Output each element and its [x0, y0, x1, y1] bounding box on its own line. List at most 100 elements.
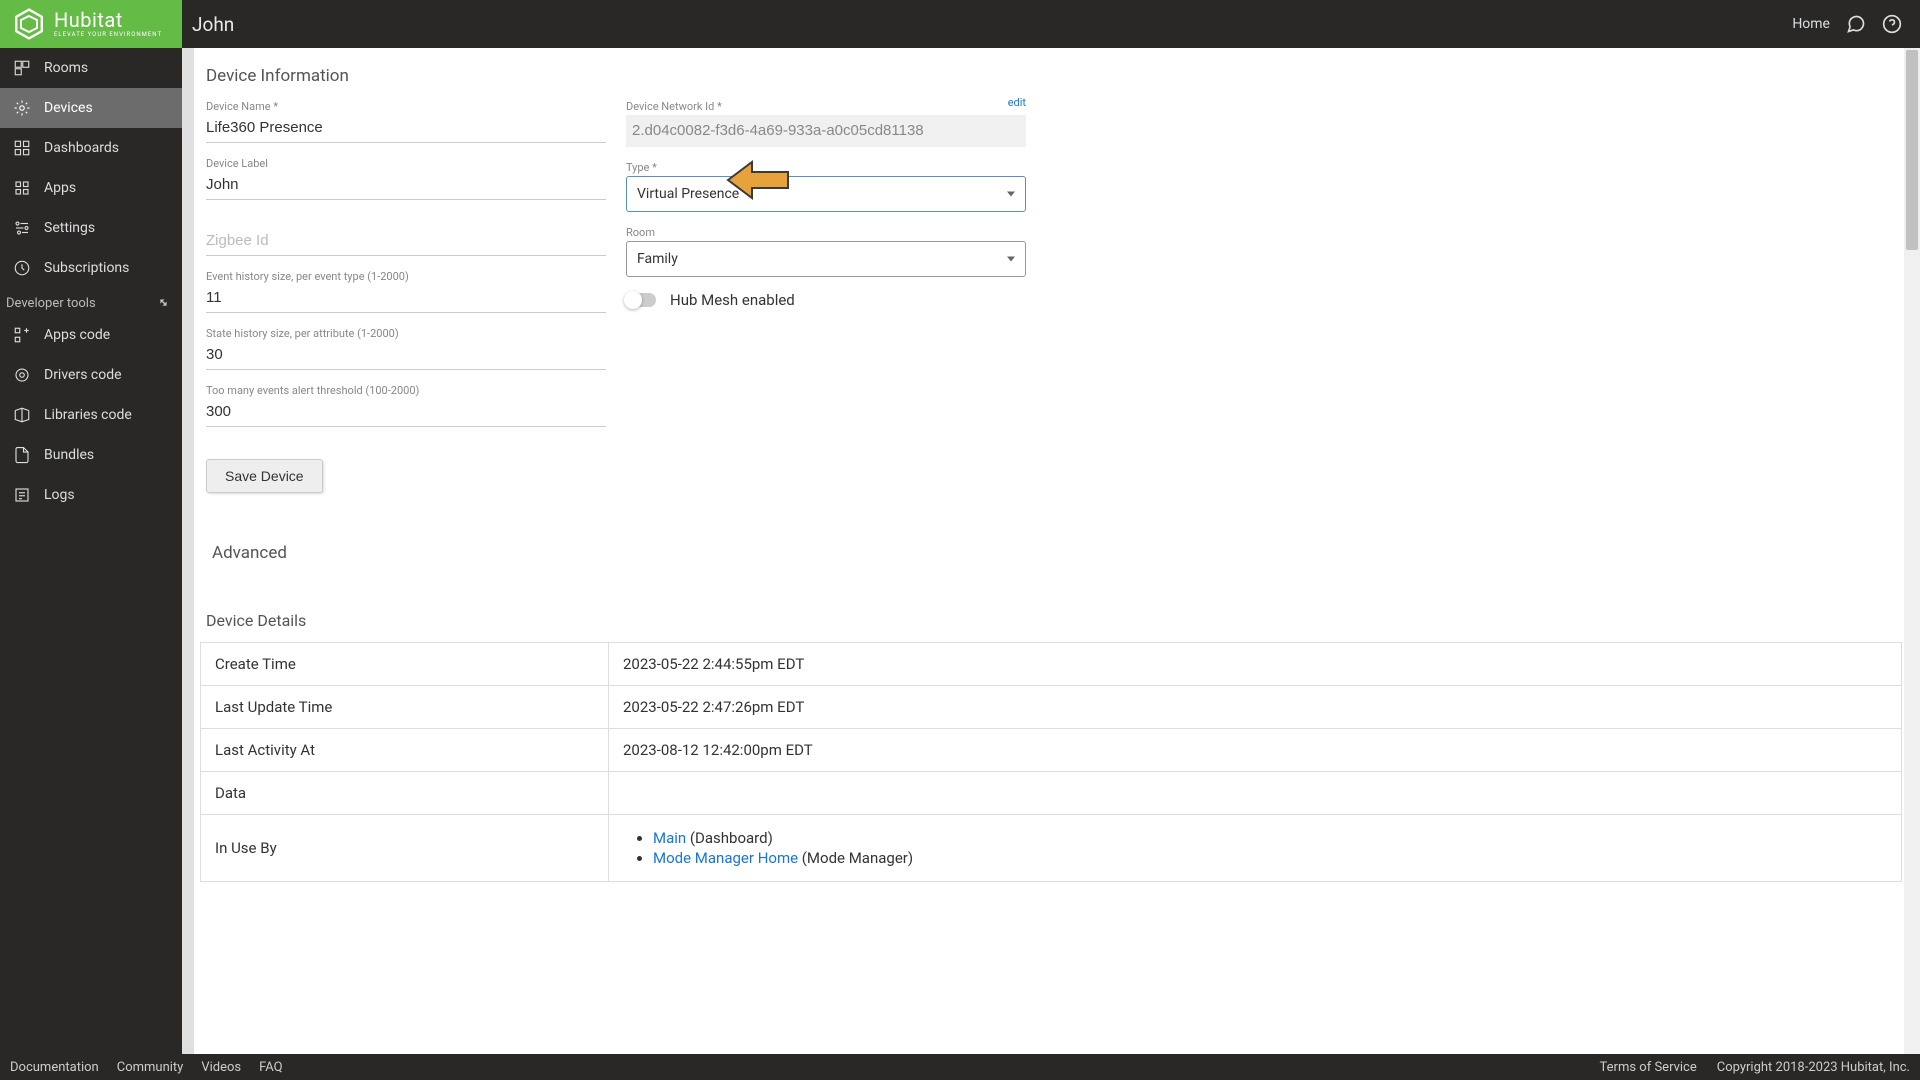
toggle-knob [624, 291, 642, 309]
sidebar-item-label: Logs [44, 487, 75, 503]
device-name-label: Device Name * [206, 100, 606, 113]
detail-label: Create Time [201, 643, 609, 686]
sidebar-item-label: Dashboards [44, 140, 119, 156]
hub-mesh-toggle[interactable] [626, 293, 656, 307]
sidebar-item-label: Devices [44, 100, 93, 116]
sidebar-item-subscriptions[interactable]: Subscriptions [0, 248, 182, 288]
apps-code-icon [12, 325, 32, 345]
hub-mesh-label: Hub Mesh enabled [670, 291, 795, 309]
type-select[interactable]: Virtual Presence [626, 176, 1026, 212]
too-many-label: Too many events alert threshold (100-200… [206, 384, 606, 397]
device-name-input[interactable] [206, 115, 606, 143]
sidebar-item-label: Subscriptions [44, 260, 129, 276]
device-label-label: Device Label [206, 157, 606, 170]
table-row: Last Update Time 2023-05-22 2:47:26pm ED… [201, 686, 1902, 729]
table-row: In Use By Main (Dashboard) Mode Manager [201, 815, 1902, 882]
devices-icon [12, 98, 32, 118]
detail-value: 2023-05-22 2:47:26pm EDT [609, 686, 1902, 729]
detail-value: 2023-05-22 2:44:55pm EDT [609, 643, 1902, 686]
sidebar: Rooms Devices Dashboards Apps Settings S… [0, 48, 182, 1054]
drivers-code-icon [12, 365, 32, 385]
footer-link-faq[interactable]: FAQ [259, 1060, 282, 1075]
sidebar-item-label: Apps code [44, 327, 110, 343]
sidebar-item-logs[interactable]: Logs [0, 475, 182, 515]
page-title: John [192, 13, 234, 36]
event-history-input[interactable] [206, 285, 606, 313]
sidebar-item-rooms[interactable]: Rooms [0, 48, 182, 88]
scrollbar[interactable] [1904, 48, 1920, 1054]
apps-icon [12, 178, 32, 198]
subscriptions-icon [12, 258, 32, 278]
detail-label: Last Activity At [201, 729, 609, 772]
help-icon[interactable] [1882, 14, 1902, 34]
room-label: Room [626, 226, 1026, 239]
sidebar-section-dev: Developer tools [0, 288, 182, 315]
list-item: Main (Dashboard) [653, 829, 1887, 847]
top-header: Hubitat ELEVATE YOUR ENVIRONMENT John Ho… [0, 0, 1920, 48]
sidebar-item-label: Libraries code [44, 407, 132, 423]
footer: Documentation Community Videos FAQ Terms… [0, 1054, 1920, 1080]
type-label: Type * [626, 161, 1026, 174]
chevron-down-icon [1007, 192, 1015, 197]
edit-link[interactable]: edit [1008, 96, 1026, 109]
sidebar-item-devices[interactable]: Devices [0, 88, 182, 128]
home-link[interactable]: Home [1792, 16, 1830, 32]
type-value: Virtual Presence [637, 186, 739, 202]
sidebar-item-apps[interactable]: Apps [0, 168, 182, 208]
device-label-input[interactable] [206, 172, 606, 200]
dashboards-icon [12, 138, 32, 158]
footer-copyright: Copyright 2018-2023 Hubitat, Inc. [1717, 1060, 1910, 1075]
sidebar-item-label: Bundles [44, 447, 94, 463]
content: Device Information Device Name * Device … [194, 48, 1908, 1054]
advanced-title[interactable]: Advanced [194, 493, 1908, 593]
network-id-input [626, 115, 1026, 147]
sidebar-item-label: Rooms [44, 60, 88, 76]
sidebar-item-settings[interactable]: Settings [0, 208, 182, 248]
bundles-icon [12, 445, 32, 465]
footer-link-community[interactable]: Community [117, 1060, 184, 1075]
logo[interactable]: Hubitat ELEVATE YOUR ENVIRONMENT [0, 0, 182, 48]
list-item: Mode Manager Home (Mode Manager) [653, 849, 1887, 867]
in-use-link[interactable]: Mode Manager [653, 849, 754, 867]
in-use-link[interactable]: Home [758, 849, 798, 867]
sidebar-item-label: Settings [44, 220, 95, 236]
in-use-link[interactable]: Main [653, 829, 686, 847]
sidebar-item-bundles[interactable]: Bundles [0, 435, 182, 475]
rooms-icon [12, 58, 32, 78]
logs-icon [12, 485, 32, 505]
zigbee-id-input[interactable] [206, 228, 606, 256]
collapse-icon[interactable] [158, 296, 170, 311]
state-history-input[interactable] [206, 342, 606, 370]
device-details-title: Device Details [200, 593, 1902, 642]
chat-icon[interactable] [1846, 14, 1866, 34]
detail-value: 2023-08-12 12:42:00pm EDT [609, 729, 1902, 772]
logo-text: Hubitat [54, 10, 162, 30]
sidebar-item-apps-code[interactable]: Apps code [0, 315, 182, 355]
sidebar-item-libraries-code[interactable]: Libraries code [0, 395, 182, 435]
footer-link-documentation[interactable]: Documentation [10, 1060, 99, 1075]
sidebar-item-label: Apps [44, 180, 76, 196]
scrollbar-thumb[interactable] [1906, 50, 1918, 250]
logo-icon [12, 7, 46, 41]
footer-link-videos[interactable]: Videos [201, 1060, 241, 1075]
detail-label: In Use By [201, 815, 609, 882]
table-row: Create Time 2023-05-22 2:44:55pm EDT [201, 643, 1902, 686]
device-details-table: Create Time 2023-05-22 2:44:55pm EDT Las… [200, 642, 1902, 882]
sidebar-item-dashboards[interactable]: Dashboards [0, 128, 182, 168]
detail-value: Main (Dashboard) Mode Manager Home (Mode… [609, 815, 1902, 882]
libraries-code-icon [12, 405, 32, 425]
sidebar-item-drivers-code[interactable]: Drivers code [0, 355, 182, 395]
too-many-input[interactable] [206, 399, 606, 427]
chevron-down-icon [1007, 257, 1015, 262]
save-button[interactable]: Save Device [206, 459, 323, 493]
table-row: Last Activity At 2023-08-12 12:42:00pm E… [201, 729, 1902, 772]
event-history-label: Event history size, per event type (1-20… [206, 270, 606, 283]
footer-link-terms[interactable]: Terms of Service [1600, 1060, 1697, 1075]
detail-label: Last Update Time [201, 686, 609, 729]
room-value: Family [637, 251, 678, 267]
detail-value [609, 772, 1902, 815]
network-id-label: Device Network Id * [626, 100, 1026, 113]
device-info-title: Device Information [194, 48, 1908, 100]
room-select[interactable]: Family [626, 241, 1026, 277]
sidebar-item-label: Drivers code [44, 367, 122, 383]
